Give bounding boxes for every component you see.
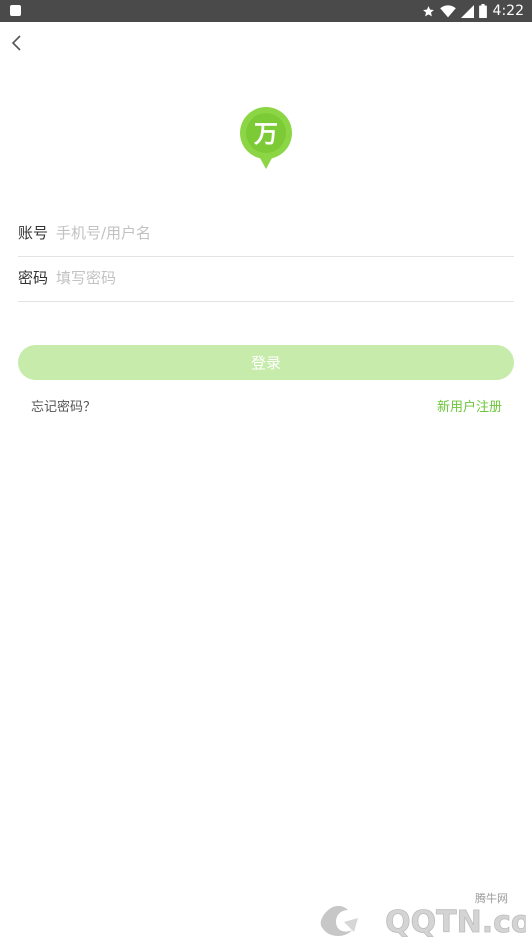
status-time: 4:22 xyxy=(492,3,524,19)
password-input[interactable] xyxy=(56,266,496,290)
account-label: 账号 xyxy=(18,224,49,242)
password-label: 密码 xyxy=(18,269,49,287)
login-button[interactable]: 登录 xyxy=(18,345,514,380)
chevron-left-icon xyxy=(11,35,21,51)
forgot-password-link[interactable]: 忘记密码？ xyxy=(31,398,96,418)
battery-icon xyxy=(478,4,487,18)
account-row: 账号 xyxy=(18,211,514,257)
status-bar: 4:22 xyxy=(0,0,532,22)
back-button[interactable] xyxy=(6,32,28,54)
register-link[interactable]: 新用户注册 xyxy=(437,398,502,418)
app-notification-icon xyxy=(10,5,21,16)
watermark-name: 腾牛网 xyxy=(475,892,508,905)
watermark-brand: QQTN.com xyxy=(385,905,526,940)
status-icons: 4:22 xyxy=(417,0,524,22)
star-icon xyxy=(422,5,434,16)
password-row: 密码 xyxy=(18,256,514,302)
account-input[interactable] xyxy=(56,221,496,245)
app-logo: 万 xyxy=(239,106,293,170)
watermark: 腾牛网 QQTN.com xyxy=(314,888,532,944)
location-pin-logo-icon: 万 xyxy=(240,107,292,169)
logo-glyph: 万 xyxy=(254,120,278,148)
wifi-icon xyxy=(439,4,456,17)
cell-signal-icon xyxy=(460,4,474,18)
